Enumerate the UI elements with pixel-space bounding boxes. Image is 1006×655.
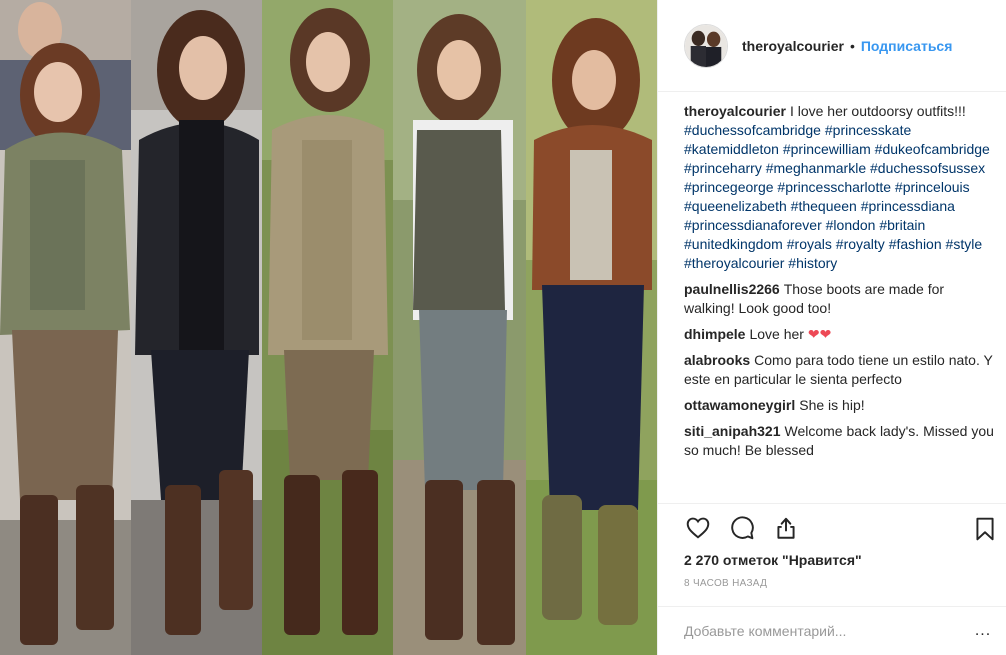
hashtag-link[interactable]: #princegeorge [684,179,774,195]
photo-panel-2 [131,0,262,655]
caption-text: I love her outdoorsy outfits!!! [789,103,966,119]
like-button[interactable] [684,514,712,542]
photo-panel-3 [262,0,393,655]
hashtag-link[interactable]: #princesscharlotte [777,179,891,195]
bookmark-icon [976,517,994,541]
avatar[interactable] [684,23,728,68]
hashtag-link[interactable]: #princessdianaforever [684,217,822,233]
comment-icon [731,515,754,539]
heart-icon [686,517,710,538]
photo-panel-5 [526,0,657,655]
header-username[interactable]: theroyalcourier [742,38,844,54]
hashtag-link[interactable]: #queenelizabeth [684,198,787,214]
comment-item: ottawamoneygirl She is hip! [684,396,994,415]
post-timestamp: 8 часов назад [684,578,768,589]
hashtag-link[interactable]: #style [946,236,983,252]
hashtag-link[interactable]: #princelouis [895,179,970,195]
hashtag-link[interactable]: #history [788,255,837,271]
comment-text: She is hip! [799,397,865,413]
comment-username[interactable]: ottawamoneygirl [684,397,795,413]
comment-item: siti_anipah321 Welcome back lady's. Misse… [684,422,994,460]
more-options-button[interactable]: ... [971,622,995,640]
add-comment-input[interactable] [684,623,971,639]
caption-hashtags: #duchessofcambridge #princesskate #katem… [684,122,990,271]
comment-item: paulnellis2266 Those boots are made for w… [684,280,994,318]
comment-username[interactable]: paulnellis2266 [684,281,780,297]
likes-count[interactable]: 2 270 отметок "Нравится" [684,552,862,568]
comment-items: paulnellis2266 Those boots are made for w… [684,280,994,460]
hashtag-link[interactable]: #theroyalcourier [684,255,784,271]
comment-item: dhimpele Love her ❤❤ [684,325,994,344]
hashtag-link[interactable]: #duchessofsussex [870,160,985,176]
comments-list[interactable]: theroyalcourier I love her outdoorsy outf… [684,102,994,500]
hashtag-link[interactable]: #princewilliam [783,141,871,157]
comment-button[interactable] [728,514,756,542]
action-bar [658,503,1006,551]
hashtag-link[interactable]: #fashion [889,236,942,252]
share-icon [777,517,795,539]
hashtag-link[interactable]: #meghanmarkle [766,160,866,176]
post-sidebar: theroyalcourier • Подписаться theroyalco… [657,0,1006,655]
follow-button[interactable]: Подписаться [861,38,953,54]
comment-item: alabrooks Como para todo tiene un estilo … [684,351,994,389]
instagram-post: theroyalcourier • Подписаться theroyalco… [0,0,1006,655]
comment-username[interactable]: siti_anipah321 [684,423,781,439]
caption-username[interactable]: theroyalcourier [684,103,786,119]
save-button[interactable] [971,515,999,543]
post-photo-collage[interactable] [0,0,657,655]
hashtag-link[interactable]: #duchessofcambridge [684,122,821,138]
add-comment-bar: ... [658,606,1006,655]
hashtag-link[interactable]: #royalty [836,236,885,252]
comment-username[interactable]: dhimpele [684,326,745,342]
separator-dot: • [849,37,855,54]
caption: theroyalcourier I love her outdoorsy outf… [684,102,994,273]
hashtag-link[interactable]: #thequeen [791,198,857,214]
hashtag-link[interactable]: #london [826,217,876,233]
share-button[interactable] [772,514,800,542]
hashtag-link[interactable]: #katemiddleton [684,141,779,157]
hashtag-link[interactable]: #princeharry [684,160,762,176]
hashtag-link[interactable]: #royals [787,236,832,252]
comment-text: Love her ❤❤ [749,326,832,342]
hashtag-link[interactable]: #princessdiana [861,198,955,214]
post-header: theroyalcourier • Подписаться [658,0,1006,92]
hashtag-link[interactable]: #princesskate [825,122,911,138]
photo-panel-1 [0,0,131,655]
hashtag-link[interactable]: #unitedkingdom [684,236,783,252]
hashtag-link[interactable]: #britain [879,217,925,233]
photo-panel-4 [393,0,526,655]
hashtag-link[interactable]: #dukeofcambridge [875,141,990,157]
comment-username[interactable]: alabrooks [684,352,750,368]
